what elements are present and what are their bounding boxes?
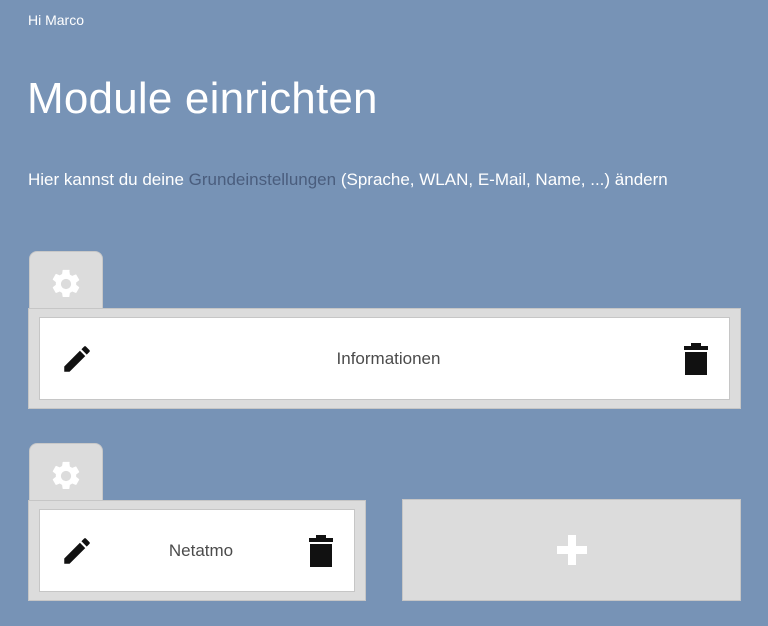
module-card: Informationen [39, 317, 730, 400]
module-panel: Informationen [28, 308, 741, 409]
edit-button[interactable] [60, 534, 94, 568]
intro-text: Hier kannst du deine Grundeinstellungen … [28, 170, 668, 190]
delete-button[interactable] [683, 342, 709, 375]
plus-icon [556, 535, 587, 565]
module-card: Netatmo [39, 509, 355, 592]
page-title: Module einrichten [27, 74, 378, 123]
edit-button[interactable] [60, 342, 94, 376]
module-settings-tab[interactable] [29, 443, 103, 501]
add-module-button[interactable] [402, 499, 741, 601]
delete-button[interactable] [308, 534, 334, 567]
intro-prefix: Hier kannst du deine [28, 170, 189, 189]
module-title: Netatmo [168, 540, 234, 560]
intro-suffix: (Sprache, WLAN, E-Mail, Name, ...) änder… [336, 170, 668, 189]
module-panel: Netatmo [28, 500, 366, 601]
module-title: Informationen [336, 348, 441, 368]
pencil-icon [64, 537, 90, 564]
trash-icon [684, 342, 708, 375]
gear-icon [52, 461, 80, 489]
module-settings-tab[interactable] [29, 251, 103, 309]
trash-icon [309, 534, 333, 567]
greeting: Hi Marco [28, 12, 85, 28]
settings-link[interactable]: Grundeinstellungen [189, 170, 336, 189]
gear-icon [52, 269, 80, 297]
pencil-icon [64, 345, 90, 372]
